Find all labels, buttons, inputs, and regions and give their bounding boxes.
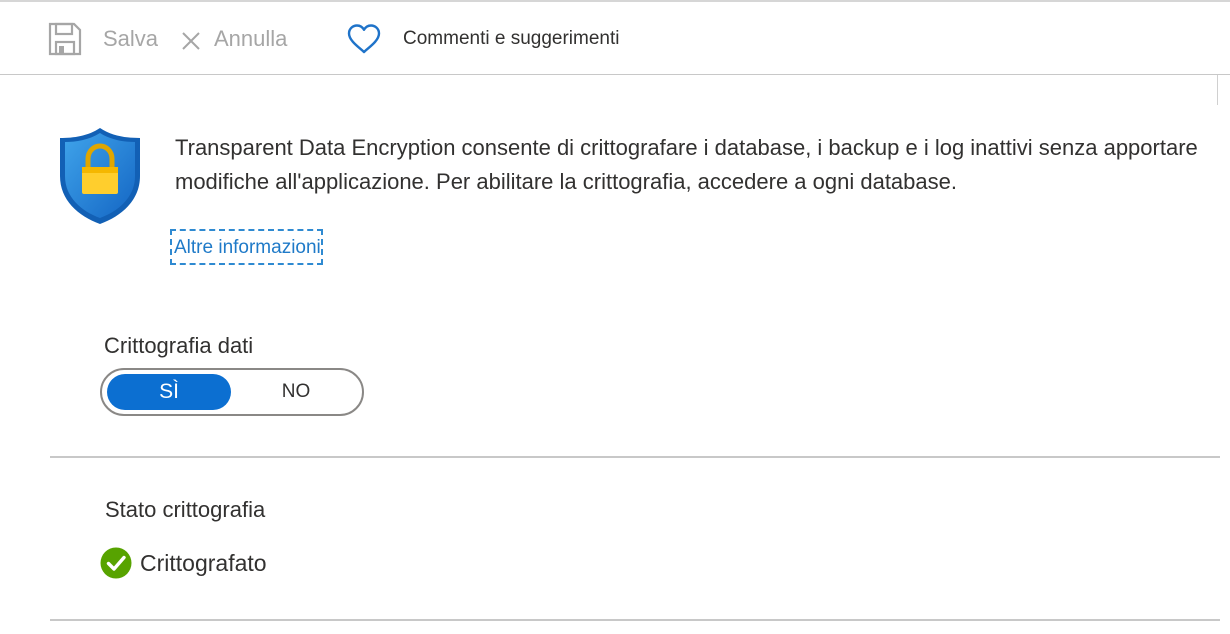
save-button[interactable]: Salva xyxy=(48,21,158,57)
cancel-button[interactable]: Annulla xyxy=(180,21,287,57)
learn-more-link[interactable]: Altre informazioni xyxy=(170,229,323,265)
data-encryption-label: Crittografia dati xyxy=(104,333,254,358)
command-bar: Salva Annulla Commenti e suggerimenti xyxy=(0,2,1230,75)
encryption-status-value: Crittografato xyxy=(140,549,267,576)
close-icon xyxy=(182,32,200,50)
feedback-button[interactable]: Commenti e suggerimenti xyxy=(346,21,619,57)
check-circle-icon xyxy=(100,547,132,579)
feedback-label: Commenti e suggerimenti xyxy=(403,28,620,49)
cancel-label: Annulla xyxy=(214,26,288,51)
scroll-edge xyxy=(1217,75,1218,105)
toggle-option-no[interactable]: NO xyxy=(236,374,356,410)
encryption-status: Crittografato xyxy=(100,546,267,580)
heart-icon xyxy=(347,24,381,54)
encryption-status-label: Stato crittografia xyxy=(105,497,266,522)
section-divider-bottom xyxy=(50,619,1220,621)
intro-description: Transparent Data Encryption consente di … xyxy=(175,135,1198,194)
toggle-option-yes[interactable]: SÌ xyxy=(107,374,231,410)
data-encryption-toggle: SÌ NO xyxy=(100,368,364,416)
shield-lock-icon xyxy=(60,128,140,224)
save-icon xyxy=(48,22,82,56)
save-label: Salva xyxy=(103,26,159,51)
section-divider xyxy=(50,456,1220,458)
